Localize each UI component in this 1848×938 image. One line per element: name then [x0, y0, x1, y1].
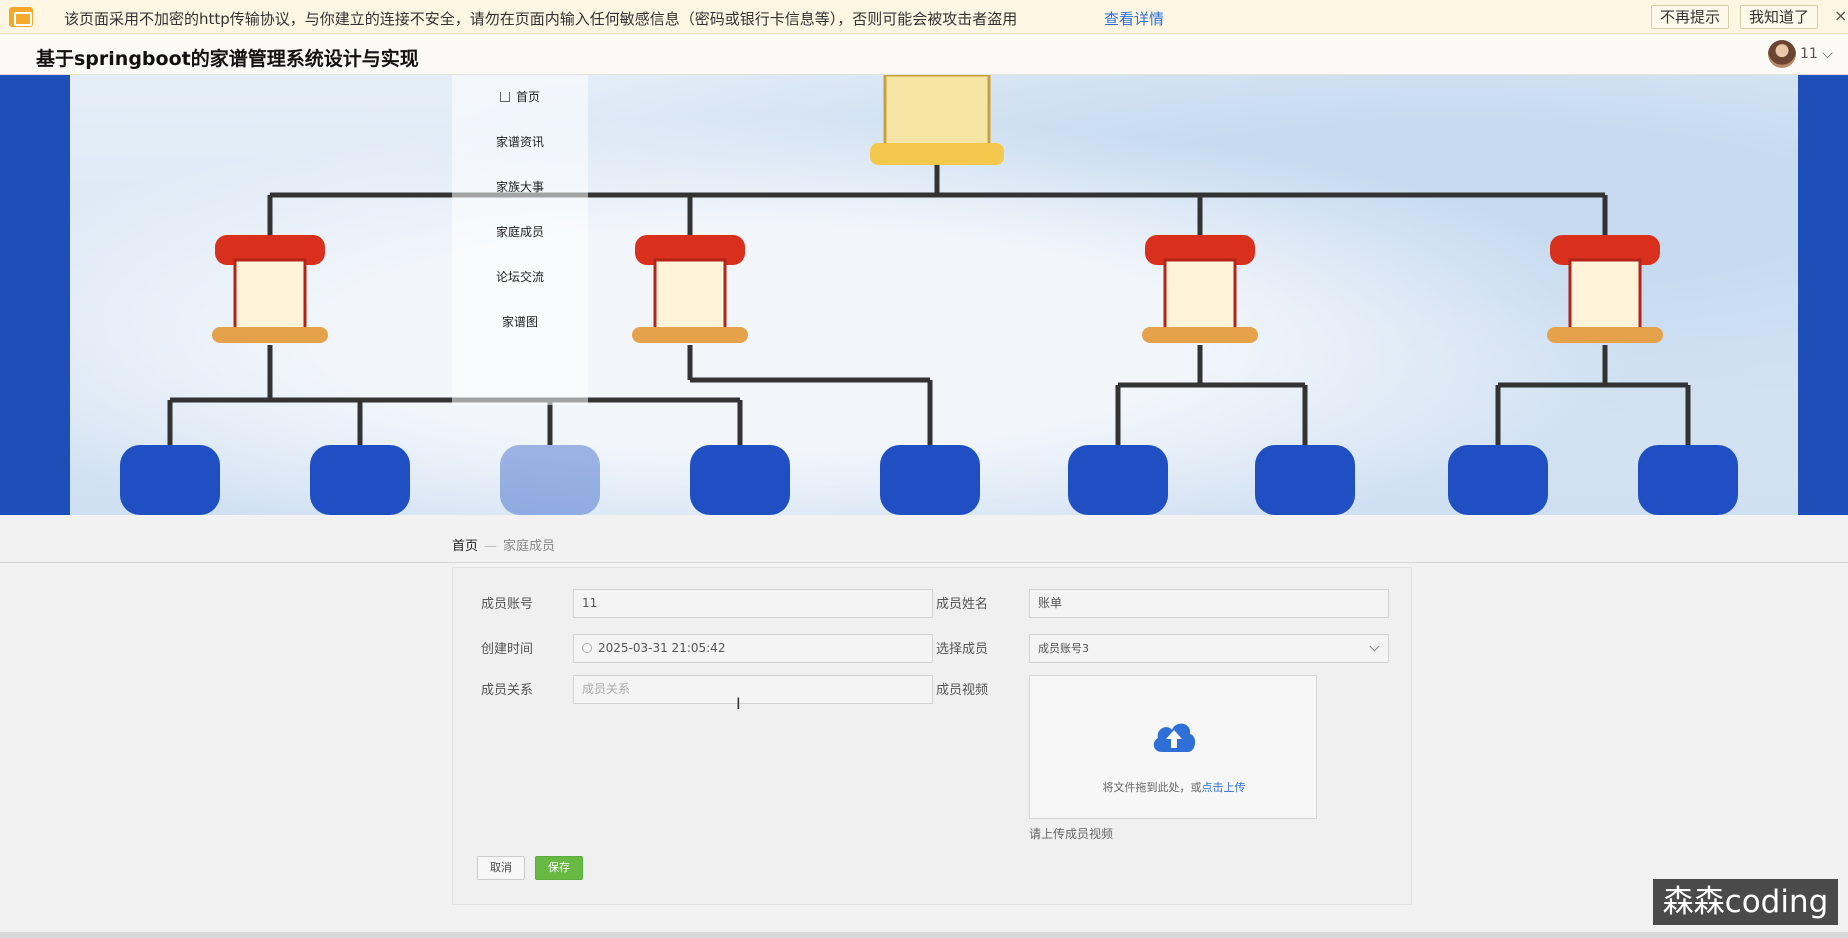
select-member-value: 成员账号3 — [1038, 642, 1089, 655]
user-menu[interactable]: 11 ⌵ — [1800, 46, 1833, 62]
breadcrumb-home[interactable]: 首页 — [452, 539, 478, 554]
member-form: 成员账号 11 成员姓名 账单 创建时间 2025-03-31 21:05:42… — [452, 567, 1412, 905]
app-title: 基于springboot的家谱管理系统设计与实现 — [36, 48, 419, 70]
upload-cloud-icon — [1153, 723, 1196, 752]
breadcrumb-current: 家庭成员 — [503, 539, 556, 554]
menu-item-forum[interactable]: 论坛交流 — [452, 255, 588, 300]
home-icon — [499, 92, 510, 102]
menu-item-news[interactable]: 家谱资讯 — [452, 120, 588, 165]
clock-icon — [582, 643, 592, 653]
upload-hint: 将文件拖到此处，或点击上传 — [1030, 779, 1318, 795]
video-label: 成员视频 — [935, 683, 988, 698]
menu-item-events[interactable]: 家族大事 — [452, 165, 588, 210]
menu-item-members[interactable]: 家庭成员 — [452, 210, 588, 255]
warning-image-icon — [9, 7, 33, 27]
breadcrumb: 首页 — 家庭成员 — [452, 535, 555, 554]
name-field[interactable]: 账单 — [1029, 589, 1389, 618]
close-icon[interactable]: × — [1834, 6, 1847, 25]
chevron-down-icon — [1369, 641, 1380, 652]
created-time-value: 2025-03-31 21:05:42 — [598, 641, 726, 655]
side-menu: 首页 家谱资讯 家族大事 家庭成员 论坛交流 家谱图 — [452, 75, 588, 405]
bottom-strip — [0, 932, 1848, 938]
upload-tip: 请上传成员视频 — [1029, 827, 1114, 841]
created-time-label: 创建时间 — [480, 642, 533, 657]
video-upload-dropzone[interactable]: 将文件拖到此处，或点击上传 — [1029, 675, 1317, 819]
got-it-button[interactable]: 我知道了 — [1740, 5, 1819, 29]
no-remind-button[interactable]: 不再提示 — [1651, 5, 1730, 29]
relation-input[interactable]: 成员关系 — [573, 675, 933, 704]
upload-hint-text: 将文件拖到此处，或 — [1102, 781, 1202, 794]
breadcrumb-bar: 首页 — 家庭成员 — [0, 515, 1848, 563]
menu-item-label: 首页 — [515, 90, 540, 104]
relation-label: 成员关系 — [480, 683, 533, 698]
account-label: 成员账号 — [480, 597, 533, 612]
menu-item-tree[interactable]: 家谱图 — [452, 300, 588, 345]
select-member-label: 选择成员 — [935, 642, 988, 657]
cancel-button[interactable]: 取消 — [477, 856, 525, 880]
text-cursor-icon: I — [736, 694, 741, 713]
created-time-field[interactable]: 2025-03-31 21:05:42 — [573, 634, 933, 663]
select-member-dropdown[interactable]: 成员账号3 — [1029, 634, 1389, 663]
menu-item-home[interactable]: 首页 — [452, 75, 588, 120]
avatar[interactable] — [1768, 40, 1796, 68]
click-upload-link[interactable]: 点击上传 — [1202, 781, 1246, 794]
account-field[interactable]: 11 — [573, 589, 933, 618]
save-button[interactable]: 保存 — [535, 856, 583, 880]
breadcrumb-separator: — — [484, 539, 498, 554]
warning-text: 该页面采用不加密的http传输协议，与你建立的连接不安全，请勿在页面内输入任何敏… — [64, 10, 1018, 28]
watermark: 森森coding — [1653, 879, 1838, 925]
family-tree-image — [120, 75, 1738, 515]
view-details-link[interactable]: 查看详情 — [1104, 8, 1164, 29]
family-tree-banner: 首页 家谱资讯 家族大事 家庭成员 论坛交流 家谱图 — [0, 75, 1848, 515]
name-label: 成员姓名 — [935, 597, 988, 612]
app-header: 基于springboot的家谱管理系统设计与实现 11 ⌵ — [0, 35, 1848, 75]
security-warning-bar: 该页面采用不加密的http传输协议，与你建立的连接不安全，请勿在页面内输入任何敏… — [0, 0, 1848, 34]
